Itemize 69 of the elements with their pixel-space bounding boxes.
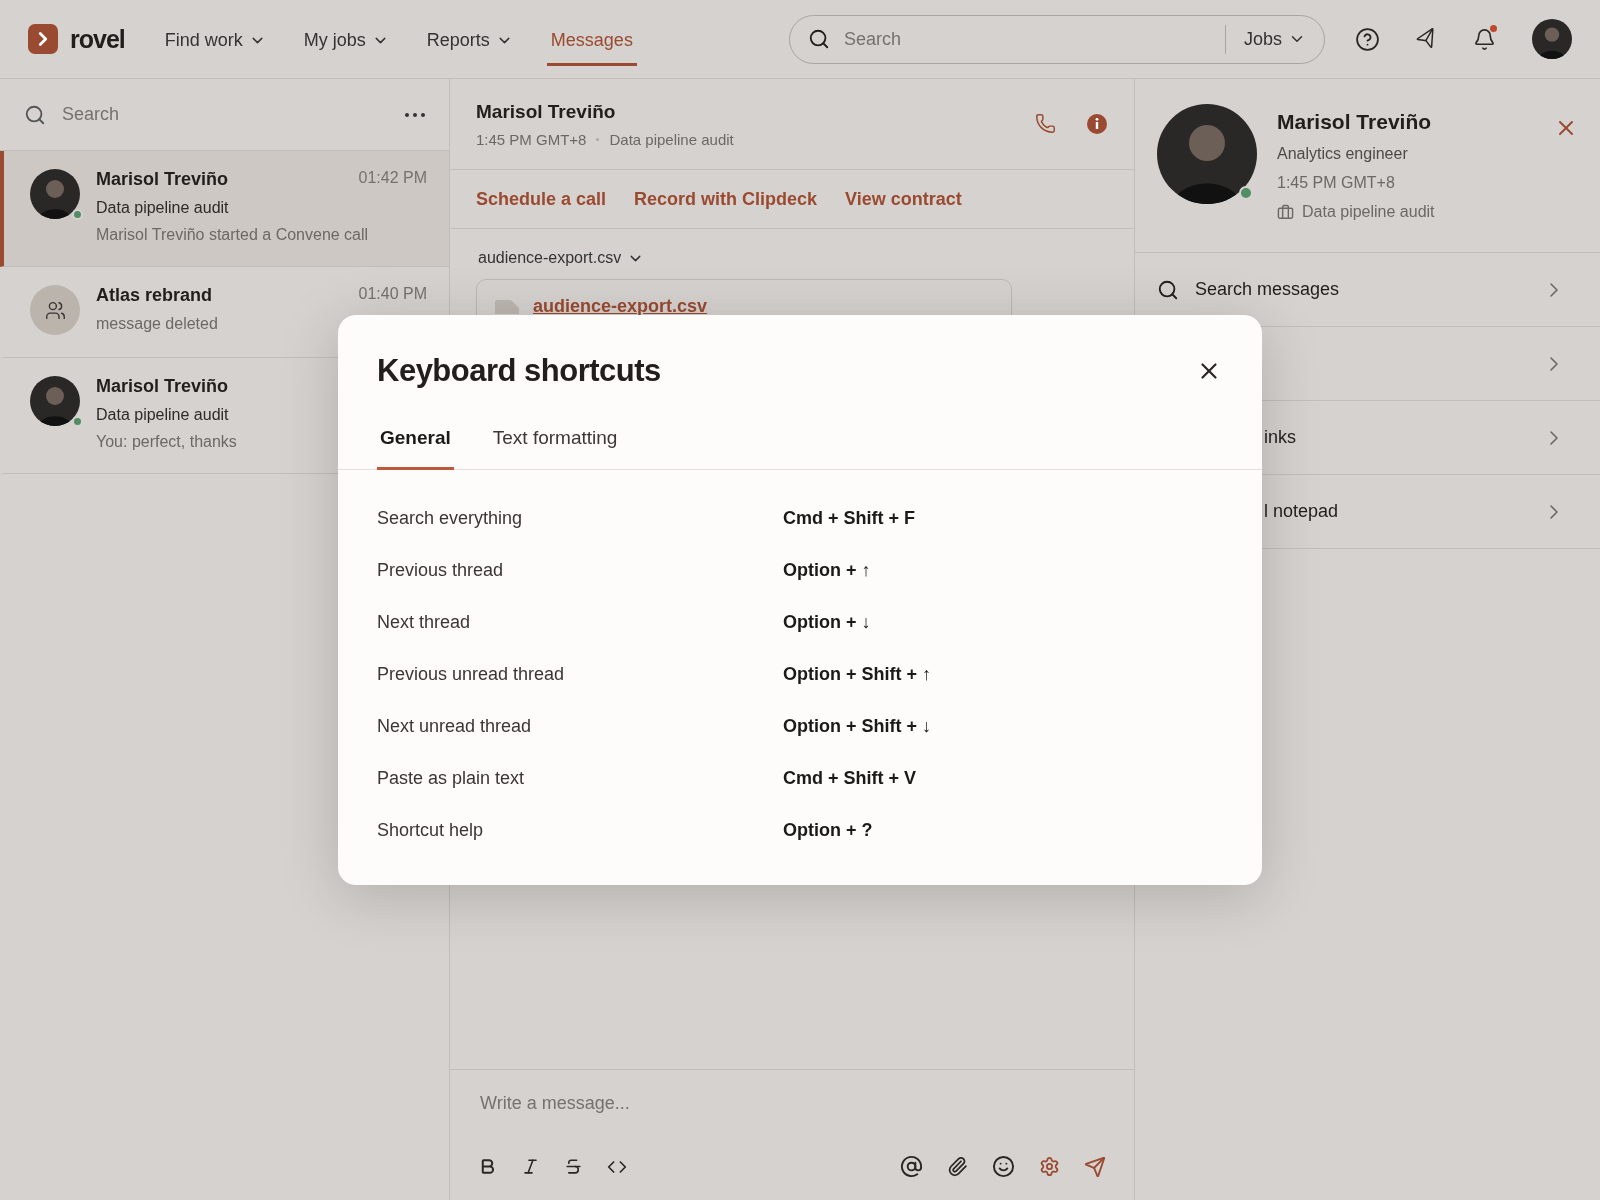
smiley-icon[interactable]	[992, 1155, 1015, 1178]
action-link[interactable]: Schedule a call	[476, 188, 607, 210]
briefcase-icon	[1277, 203, 1294, 221]
profile-project: Data pipeline audit	[1302, 203, 1435, 221]
shortcut-keys: Option + ?	[783, 819, 1223, 841]
shortcut-action: Next thread	[377, 611, 472, 633]
shortcut-action: Shortcut help	[377, 819, 485, 841]
shortcut-action: Previous thread	[377, 559, 505, 581]
logo-wordmark: rovel	[70, 24, 125, 54]
message-preview: You: perfect, thanks	[96, 433, 237, 451]
profile-name: Marisol Treviño	[1277, 110, 1432, 134]
shortcut-keys: Option + Shift + ↓	[783, 715, 1223, 737]
italic-icon[interactable]	[521, 1157, 540, 1176]
shortcut-keys: Cmd + Shift + V	[783, 767, 1223, 789]
row-label: l notepad	[1264, 501, 1339, 522]
info-icon[interactable]	[1086, 113, 1108, 135]
file-dropdown[interactable]: audience-export.csv	[476, 249, 647, 267]
search-icon	[1157, 278, 1179, 301]
send-icon[interactable]	[1084, 1155, 1106, 1178]
message-preview: message deleted	[96, 315, 218, 333]
project-name: Data pipeline audit	[609, 130, 734, 148]
tab[interactable]: General	[377, 427, 454, 470]
cursor-arrow-icon[interactable]	[1416, 28, 1437, 50]
strikethrough-icon[interactable]	[564, 1157, 583, 1176]
message-input[interactable]: Write a message...	[478, 1092, 1106, 1115]
settings-icon[interactable]	[1039, 1156, 1060, 1177]
nav-link[interactable]: Reports	[422, 17, 517, 66]
shortcut-keys: Option + Shift + ↑	[783, 663, 1223, 685]
conversation-time: 01:42 PM	[358, 169, 427, 188]
help-icon[interactable]	[1355, 26, 1380, 52]
shortcut-action: Search everything	[377, 507, 524, 529]
search-icon	[808, 28, 830, 50]
conversation-name: Marisol Treviño	[96, 169, 229, 190]
tab[interactable]: Text formatting	[489, 427, 621, 470]
conversation-item[interactable]: Marisol Treviño 01:42 PM Data pipeline audit Marisol Treviño started a Convene call	[0, 151, 449, 267]
message-preview: Marisol Treviño started a Convene call	[96, 226, 369, 244]
nav-link[interactable]: My jobs	[299, 17, 393, 66]
conversation-name: Atlas rebrand	[96, 285, 213, 306]
row-label: inks	[1264, 427, 1296, 448]
more-options-icon[interactable]	[405, 112, 425, 117]
conversation-title: Data pipeline audit	[96, 406, 229, 424]
paperclip-icon[interactable]	[947, 1156, 968, 1177]
action-link[interactable]: View contract	[845, 188, 962, 210]
scope-dropdown[interactable]: Jobs	[1224, 24, 1306, 54]
logo-icon	[28, 24, 58, 54]
action-link[interactable]: Record with Clipdeck	[634, 188, 818, 210]
conversation-name: Marisol Treviño	[96, 376, 229, 397]
shortcut-action: Paste as plain text	[377, 767, 526, 789]
nav-link[interactable]: Find work	[160, 17, 270, 66]
group-icon	[44, 299, 66, 321]
search-icon	[24, 103, 46, 126]
profile-local-time: 1:45 PM GMT+8	[1277, 174, 1395, 192]
nav-link[interactable]: Messages	[546, 17, 637, 66]
local-time: 1:45 PM GMT+8	[476, 130, 587, 148]
file-link[interactable]: audience-export.csv	[533, 296, 708, 317]
notifications-icon[interactable]	[1473, 27, 1496, 51]
shortcut-keys: Option + ↑	[783, 559, 1223, 581]
shortcut-keys: Option + ↓	[783, 611, 1223, 633]
row-label: Search messages	[1195, 279, 1340, 300]
phone-icon[interactable]	[1035, 113, 1056, 135]
profile-role: Analytics engineer	[1277, 145, 1408, 163]
mention-icon[interactable]	[900, 1155, 923, 1178]
conversation-title: Data pipeline audit	[96, 199, 229, 217]
conversation-search-field[interactable]: Search	[60, 103, 391, 126]
thread-name: Marisol Treviño	[476, 100, 617, 123]
shortcut-action: Previous unread thread	[377, 663, 566, 685]
shortcut-action: Next unread thread	[377, 715, 533, 737]
file-icon	[495, 300, 519, 314]
conversation-time: 01:40 PM	[358, 285, 427, 304]
